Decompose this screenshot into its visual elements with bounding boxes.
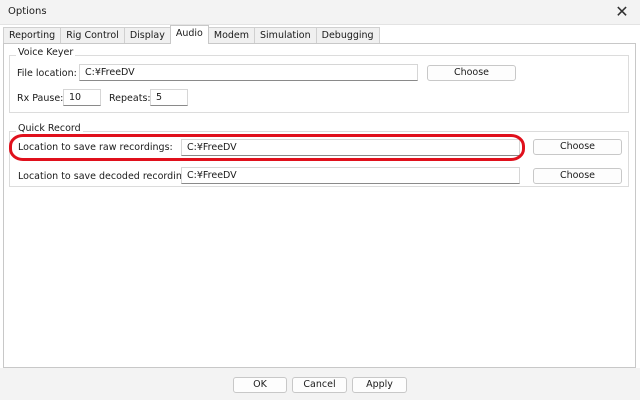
voice-keyer-choose-button[interactable]: Choose bbox=[427, 65, 516, 81]
tab-modem[interactable]: Modem bbox=[207, 27, 256, 44]
tab-simulation[interactable]: Simulation bbox=[254, 27, 317, 44]
tab-debugging[interactable]: Debugging bbox=[315, 27, 380, 44]
file-location-field[interactable]: C:¥FreeDV bbox=[79, 64, 418, 81]
decoded-recordings-label: Location to save decoded recordings: bbox=[18, 171, 197, 182]
repeats-label: Repeats: bbox=[109, 93, 151, 104]
raw-recordings-label: Location to save raw recordings: bbox=[18, 142, 173, 153]
title-bar: Options ✕ bbox=[0, 0, 640, 25]
close-icon[interactable]: ✕ bbox=[612, 2, 632, 22]
rx-pause-field[interactable]: 10 bbox=[63, 89, 101, 106]
tab-rig-control[interactable]: Rig Control bbox=[60, 27, 125, 44]
decoded-recordings-choose-button[interactable]: Choose bbox=[533, 168, 622, 184]
ok-button[interactable]: OK bbox=[233, 377, 287, 393]
rx-pause-label: Rx Pause: bbox=[17, 93, 64, 104]
tab-audio[interactable]: Audio bbox=[169, 25, 209, 44]
decoded-recordings-field[interactable]: C:¥FreeDV bbox=[181, 167, 520, 184]
apply-button[interactable]: Apply bbox=[352, 377, 407, 393]
window-title: Options bbox=[8, 6, 47, 17]
tab-strip: Reporting Rig Control Display Audio Mode… bbox=[3, 25, 380, 44]
tab-display[interactable]: Display bbox=[123, 27, 171, 44]
raw-recordings-choose-button[interactable]: Choose bbox=[533, 139, 622, 155]
voice-keyer-title: Voice Keyer bbox=[16, 47, 76, 58]
repeats-field[interactable]: 5 bbox=[150, 89, 188, 106]
raw-recordings-field[interactable]: C:¥FreeDV bbox=[181, 139, 520, 156]
cancel-button[interactable]: Cancel bbox=[292, 377, 347, 393]
tab-reporting[interactable]: Reporting bbox=[3, 27, 62, 44]
quick-record-title: Quick Record bbox=[16, 123, 83, 134]
file-location-label: File location: bbox=[17, 68, 77, 79]
